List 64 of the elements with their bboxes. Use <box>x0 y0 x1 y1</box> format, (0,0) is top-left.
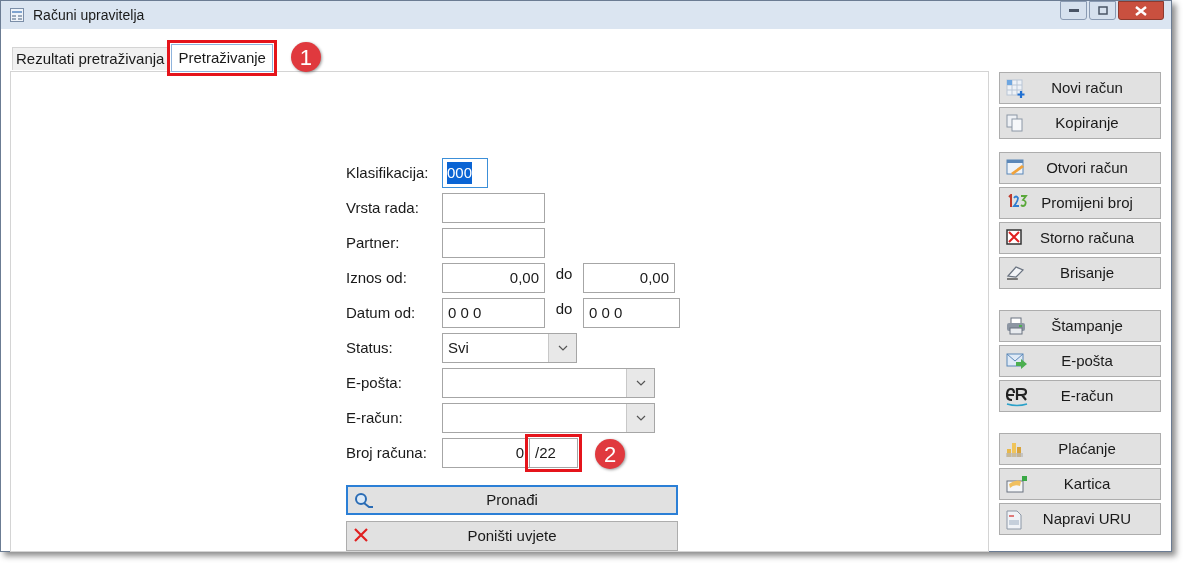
magnifier-icon <box>354 492 374 510</box>
envelope-arrow-icon <box>1006 352 1028 370</box>
dropdown[interactable]: Svi <box>442 333 577 363</box>
field-label: Iznos od: <box>346 267 408 288</box>
bar-chart-icon <box>1006 440 1024 458</box>
field-label: Vrsta rada: <box>346 197 420 218</box>
close-icon <box>1135 5 1147 16</box>
button[interactable]: Brisanje <box>999 257 1161 289</box>
input-field[interactable]: 0 <box>442 438 530 468</box>
cancel-document-icon <box>1006 229 1022 245</box>
button[interactable]: Novi račun <box>999 72 1161 104</box>
minimize-button[interactable] <box>1060 1 1087 20</box>
button[interactable]: Napravi URU <box>999 503 1161 535</box>
chevron-down-icon <box>635 415 646 421</box>
button[interactable]: Plaćanje <box>999 433 1161 465</box>
button[interactable]: Otvori račun <box>999 152 1161 184</box>
card-arrow-icon <box>1006 475 1028 493</box>
maximize-button[interactable] <box>1089 1 1116 20</box>
eraser-icon <box>1006 264 1026 280</box>
chevron-down-icon <box>635 380 646 386</box>
field-label: E-pošta: <box>346 372 403 393</box>
button[interactable]: E-račun <box>999 380 1161 412</box>
button[interactable]: Storno računa <box>999 222 1161 254</box>
callout-badge: 2 <box>595 439 625 469</box>
close-button[interactable] <box>1118 1 1164 20</box>
printer-icon <box>1006 317 1026 335</box>
field-label: Broj računa: <box>346 442 428 463</box>
tab[interactable]: Rezultati pretraživanja <box>12 47 169 70</box>
button[interactable]: Štampanje <box>999 310 1161 342</box>
maximize-icon <box>1097 6 1108 15</box>
button[interactable]: Kartica <box>999 468 1161 500</box>
button[interactable]: Kopiranje <box>999 107 1161 139</box>
edit-form-icon <box>1006 159 1026 177</box>
minimize-icon <box>1068 8 1079 13</box>
button[interactable]: E-pošta <box>999 345 1161 377</box>
field-label: E-račun: <box>346 407 404 428</box>
copy-icon <box>1006 114 1024 132</box>
callout-badge: 1 <box>290 42 321 72</box>
window-title: Računi upravitelja <box>33 5 145 25</box>
button[interactable]: Pronađi <box>346 485 678 515</box>
window-icon <box>9 7 25 23</box>
numbers-icon <box>1006 194 1028 208</box>
input-field[interactable] <box>442 228 545 258</box>
close-icon <box>353 527 369 543</box>
field-label: Klasifikacija: <box>346 162 430 183</box>
input-field[interactable]: 000 <box>442 158 488 188</box>
input-field[interactable] <box>442 193 545 223</box>
field-label: Partner: <box>346 232 401 253</box>
input-field[interactable]: 0 0 0 <box>442 298 545 328</box>
grid-plus-icon <box>1006 79 1026 99</box>
input-field[interactable]: 0,00 <box>442 263 545 293</box>
er-logo-icon <box>1006 387 1028 407</box>
field-label: do <box>554 299 574 319</box>
input-field[interactable]: 0,00 <box>583 263 675 293</box>
input-field[interactable]: 0 0 0 <box>583 298 680 328</box>
field-label: do <box>554 264 574 284</box>
button[interactable]: Promijeni broj <box>999 187 1161 219</box>
field-label: Datum od: <box>346 302 417 323</box>
dropdown[interactable] <box>442 403 655 433</box>
chevron-down-icon <box>557 345 568 351</box>
button[interactable]: Poništi uvjete <box>346 521 678 551</box>
dropdown[interactable] <box>442 368 655 398</box>
field-label: Status: <box>346 337 394 358</box>
document-icon <box>1006 510 1022 530</box>
